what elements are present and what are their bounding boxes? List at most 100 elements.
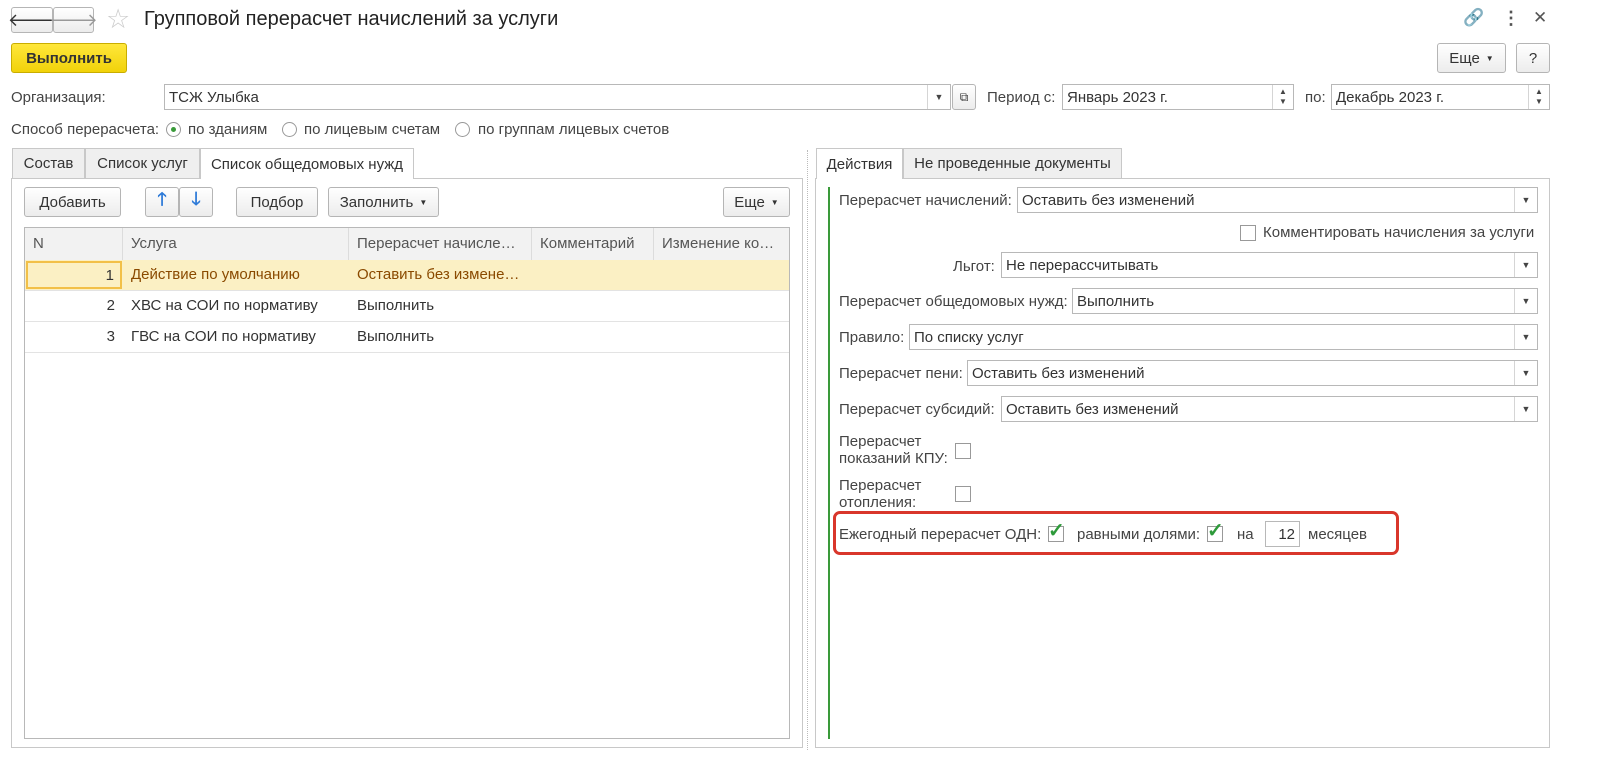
move-down-button[interactable]: 🡓 bbox=[179, 187, 213, 217]
common-needs-panel: Добавить 🡑 🡓 Подбор Заполнить ▼ Еще ▼ N … bbox=[11, 178, 803, 748]
radio-by-accounts[interactable] bbox=[282, 122, 297, 137]
charges-select[interactable]: Оставить без изменений ▼ bbox=[1017, 187, 1538, 213]
radio-by-accounts-label[interactable]: по лицевым счетам bbox=[304, 121, 440, 138]
checkmark-icon: ✓ bbox=[1207, 520, 1224, 542]
tab-unposted-documents[interactable]: Не проведенные документы bbox=[903, 148, 1122, 178]
row-service: Действие по умолчанию bbox=[131, 266, 300, 283]
equal-shares-label: равными долями: bbox=[1077, 526, 1201, 543]
common-needs-label: Перерасчет общедомовых нужд: bbox=[839, 293, 1068, 310]
fill-button[interactable]: Заполнить ▼ bbox=[328, 187, 439, 217]
favorite-star-icon[interactable]: ☆ bbox=[106, 4, 130, 35]
penalty-select[interactable]: Оставить без изменений ▼ bbox=[967, 360, 1538, 386]
chevron-down-icon[interactable]: ▼ bbox=[1514, 289, 1537, 313]
chevron-down-icon[interactable]: ▼ bbox=[1514, 188, 1537, 212]
months-label: месяцев bbox=[1308, 526, 1368, 543]
org-field[interactable]: ТСЖ Улыбка ▼ bbox=[164, 84, 951, 110]
radio-by-account-groups[interactable] bbox=[455, 122, 470, 137]
subsidy-select[interactable]: Оставить без изменений ▼ bbox=[1001, 396, 1538, 422]
more-button[interactable]: Еще ▼ bbox=[723, 187, 790, 217]
row-recalc: Выполнить bbox=[357, 328, 435, 345]
row-number: 1 bbox=[26, 261, 122, 289]
penalty-value: Оставить без изменений bbox=[972, 365, 1145, 382]
period-from-field[interactable]: Январь 2023 г. ▲ ▼ bbox=[1062, 84, 1294, 110]
odn-checkbox[interactable]: ✓ bbox=[1048, 521, 1065, 542]
spinner-icon[interactable]: ▲ ▼ bbox=[1528, 85, 1549, 109]
close-icon[interactable]: ✕ bbox=[1533, 8, 1547, 28]
more-button[interactable]: Еще ▼ bbox=[1437, 43, 1506, 73]
col-header-comment[interactable]: Комментарий bbox=[532, 228, 654, 260]
chevron-down-icon[interactable]: ▼ bbox=[1514, 325, 1537, 349]
penalty-label: Перерасчет пени: bbox=[839, 365, 963, 382]
kpu-label-line1: Перерасчет bbox=[839, 433, 922, 450]
org-value: ТСЖ Улыбка bbox=[169, 89, 259, 106]
common-needs-select[interactable]: Выполнить ▼ bbox=[1072, 288, 1538, 314]
table-row[interactable]: 2 ХВС на СОИ по нормативу Выполнить bbox=[25, 291, 789, 322]
col-header-recalc[interactable]: Перерасчет начисле… bbox=[349, 228, 532, 260]
chevron-down-icon[interactable]: ▼ bbox=[1514, 361, 1537, 385]
col-header-change[interactable]: Изменение ко… bbox=[654, 228, 789, 260]
row-service: ГВС на СОИ по нормативу bbox=[131, 328, 316, 345]
open-org-button[interactable]: ⧉ bbox=[952, 84, 976, 110]
charges-value: Оставить без изменений bbox=[1022, 192, 1195, 209]
tab-actions[interactable]: Действия bbox=[816, 148, 903, 179]
benefits-label: Льгот: bbox=[953, 258, 995, 275]
on-label: на bbox=[1237, 526, 1254, 543]
execute-button[interactable]: Выполнить bbox=[11, 43, 127, 73]
months-input[interactable]: 12 bbox=[1265, 521, 1300, 547]
row-service: ХВС на СОИ по нормативу bbox=[131, 297, 318, 314]
services-grid[interactable]: N Услуга Перерасчет начисле… Комментарий… bbox=[24, 227, 790, 739]
radio-by-buildings-label[interactable]: по зданиям bbox=[188, 121, 267, 138]
group-indicator bbox=[828, 187, 830, 739]
table-row[interactable]: 1 Действие по умолчанию Оставить без изм… bbox=[25, 260, 789, 291]
row-recalc: Оставить без измене… bbox=[357, 266, 520, 283]
pick-button[interactable]: Подбор bbox=[236, 187, 318, 217]
charges-label: Перерасчет начислений: bbox=[839, 192, 1012, 209]
open-icon: ⧉ bbox=[959, 89, 969, 104]
equal-shares-checkbox[interactable]: ✓ bbox=[1207, 521, 1224, 542]
tab-common-needs[interactable]: Список общедомовых нужд bbox=[200, 148, 414, 179]
actions-panel: Перерасчет начислений: Оставить без изме… bbox=[815, 178, 1550, 748]
row-number: 3 bbox=[106, 328, 115, 345]
kpu-label-line2: показаний КПУ: bbox=[839, 450, 948, 467]
rule-label: Правило: bbox=[839, 329, 905, 346]
period-to-field[interactable]: Декабрь 2023 г. ▲ ▼ bbox=[1331, 84, 1550, 110]
kpu-checkbox[interactable] bbox=[955, 443, 971, 459]
chevron-down-icon[interactable]: ▼ bbox=[927, 85, 950, 109]
help-button[interactable]: ? bbox=[1516, 43, 1550, 73]
rule-select[interactable]: По списку услуг ▼ bbox=[909, 324, 1538, 350]
arrow-up-icon: 🡑 bbox=[157, 189, 167, 209]
chevron-down-icon[interactable]: ▼ bbox=[1514, 397, 1537, 421]
chevron-down-icon: ▼ bbox=[419, 197, 428, 207]
move-up-button[interactable]: 🡑 bbox=[145, 187, 179, 217]
col-header-n[interactable]: N bbox=[25, 228, 123, 260]
link-icon[interactable]: 🔗 bbox=[1463, 8, 1484, 28]
method-label: Способ перерасчета: bbox=[11, 121, 160, 138]
add-button[interactable]: Добавить bbox=[24, 187, 121, 217]
tab-composition[interactable]: Состав bbox=[12, 148, 85, 178]
benefits-select[interactable]: Не перерассчитывать ▼ bbox=[1001, 252, 1538, 278]
row-recalc: Выполнить bbox=[357, 297, 435, 314]
radio-by-buildings[interactable] bbox=[166, 122, 181, 137]
heating-label-line1: Перерасчет bbox=[839, 477, 922, 494]
row-number: 2 bbox=[106, 297, 115, 314]
chevron-down-icon[interactable]: ▼ bbox=[1514, 253, 1537, 277]
spinner-icon[interactable]: ▲ ▼ bbox=[1272, 85, 1293, 109]
table-row[interactable]: 3 ГВС на СОИ по нормативу Выполнить bbox=[25, 322, 789, 353]
more-label: Еще bbox=[734, 193, 765, 211]
back-button[interactable]: 🡐 bbox=[8, 7, 56, 33]
tab-services[interactable]: Список услуг bbox=[85, 148, 200, 178]
forward-button[interactable]: 🡒 bbox=[49, 7, 98, 33]
more-menu-icon[interactable]: ⋮ bbox=[1502, 8, 1520, 29]
arrow-right-icon: 🡒 bbox=[49, 9, 98, 30]
col-header-service[interactable]: Услуга bbox=[123, 228, 349, 260]
heating-label-line2: отопления: bbox=[839, 494, 917, 511]
comment-charges-checkbox[interactable] bbox=[1240, 225, 1256, 241]
heating-checkbox[interactable] bbox=[955, 486, 971, 502]
chevron-down-icon: ▼ bbox=[1485, 53, 1494, 63]
comment-charges-label[interactable]: Комментировать начисления за услуги bbox=[1263, 224, 1534, 241]
more-button-label: Еще bbox=[1449, 49, 1480, 67]
chevron-down-icon: ▼ bbox=[770, 197, 779, 207]
splitter[interactable] bbox=[807, 150, 808, 750]
common-needs-value: Выполнить bbox=[1077, 293, 1155, 310]
radio-by-account-groups-label[interactable]: по группам лицевых счетов bbox=[478, 121, 669, 138]
